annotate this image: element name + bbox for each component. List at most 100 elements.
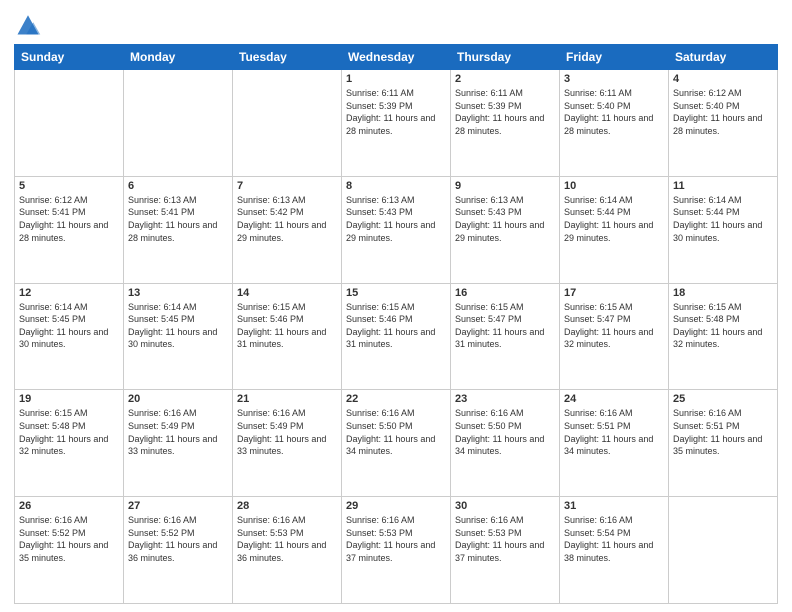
day-detail: Sunrise: 6:14 AMSunset: 5:45 PMDaylight:…: [19, 301, 119, 351]
calendar-cell: 18 Sunrise: 6:15 AMSunset: 5:48 PMDayligh…: [669, 283, 778, 390]
day-number: 29: [346, 500, 446, 512]
day-detail: Sunrise: 6:16 AMSunset: 5:50 PMDaylight:…: [346, 407, 446, 457]
day-number: 1: [346, 73, 446, 85]
day-detail: Sunrise: 6:11 AMSunset: 5:39 PMDaylight:…: [346, 87, 446, 137]
day-number: 30: [455, 500, 555, 512]
day-detail: Sunrise: 6:13 AMSunset: 5:43 PMDaylight:…: [455, 194, 555, 244]
calendar-cell: 20 Sunrise: 6:16 AMSunset: 5:49 PMDayligh…: [124, 390, 233, 497]
calendar-cell: 9 Sunrise: 6:13 AMSunset: 5:43 PMDaylight…: [451, 176, 560, 283]
calendar-cell: 26 Sunrise: 6:16 AMSunset: 5:52 PMDayligh…: [15, 497, 124, 604]
calendar-cell: 15 Sunrise: 6:15 AMSunset: 5:46 PMDayligh…: [342, 283, 451, 390]
day-number: 5: [19, 180, 119, 192]
calendar-cell: [124, 70, 233, 177]
day-number: 26: [19, 500, 119, 512]
day-detail: Sunrise: 6:14 AMSunset: 5:44 PMDaylight:…: [673, 194, 773, 244]
day-number: 3: [564, 73, 664, 85]
day-number: 20: [128, 393, 228, 405]
weekday-header-wednesday: Wednesday: [342, 45, 451, 70]
day-number: 4: [673, 73, 773, 85]
calendar-cell: 4 Sunrise: 6:12 AMSunset: 5:40 PMDaylight…: [669, 70, 778, 177]
weekday-header-sunday: Sunday: [15, 45, 124, 70]
weekday-header-row: SundayMondayTuesdayWednesdayThursdayFrid…: [15, 45, 778, 70]
calendar-cell: 16Sunrise: 6:15 AMSunset: 5:47 PMDayligh…: [451, 283, 560, 390]
day-detail: Sunrise: 6:15 AMSunset: 5:47 PMDaylight:…: [564, 301, 664, 351]
calendar-table: SundayMondayTuesdayWednesdayThursdayFrid…: [14, 44, 778, 604]
day-detail: Sunrise: 6:16 AMSunset: 5:52 PMDaylight:…: [128, 514, 228, 564]
day-detail: Sunrise: 6:16 AMSunset: 5:53 PMDaylight:…: [346, 514, 446, 564]
calendar-cell: 14 Sunrise: 6:15 AMSunset: 5:46 PMDayligh…: [233, 283, 342, 390]
day-number: 16: [455, 287, 555, 299]
day-number: 28: [237, 500, 337, 512]
calendar-cell: 5 Sunrise: 6:12 AMSunset: 5:41 PMDaylight…: [15, 176, 124, 283]
calendar-cell: 24 Sunrise: 6:16 AMSunset: 5:51 PMDayligh…: [560, 390, 669, 497]
calendar-cell: 31 Sunrise: 6:16 AMSunset: 5:54 PMDayligh…: [560, 497, 669, 604]
day-detail: Sunrise: 6:15 AMSunset: 5:46 PMDaylight:…: [237, 301, 337, 351]
day-number: 11: [673, 180, 773, 192]
calendar-cell: 10 Sunrise: 6:14 AMSunset: 5:44 PMDayligh…: [560, 176, 669, 283]
day-detail: Sunrise: 6:16 AMSunset: 5:49 PMDaylight:…: [128, 407, 228, 457]
day-detail: Sunrise: 6:11 AMSunset: 5:40 PMDaylight:…: [564, 87, 664, 137]
day-number: 9: [455, 180, 555, 192]
calendar-cell: 29 Sunrise: 6:16 AMSunset: 5:53 PMDayligh…: [342, 497, 451, 604]
day-detail: Sunrise: 6:16 AMSunset: 5:49 PMDaylight:…: [237, 407, 337, 457]
day-number: 8: [346, 180, 446, 192]
calendar-cell: 6Sunrise: 6:13 AMSunset: 5:41 PMDaylight…: [124, 176, 233, 283]
calendar-cell: 8 Sunrise: 6:13 AMSunset: 5:43 PMDaylight…: [342, 176, 451, 283]
weekday-header-tuesday: Tuesday: [233, 45, 342, 70]
day-detail: Sunrise: 6:13 AMSunset: 5:42 PMDaylight:…: [237, 194, 337, 244]
day-number: 24: [564, 393, 664, 405]
calendar-cell: 13 Sunrise: 6:14 AMSunset: 5:45 PMDayligh…: [124, 283, 233, 390]
day-detail: Sunrise: 6:12 AMSunset: 5:41 PMDaylight:…: [19, 194, 119, 244]
day-number: 19: [19, 393, 119, 405]
day-detail: Sunrise: 6:16 AMSunset: 5:52 PMDaylight:…: [19, 514, 119, 564]
day-number: 15: [346, 287, 446, 299]
logo-icon: [14, 10, 42, 38]
calendar-cell: [15, 70, 124, 177]
calendar-cell: 23Sunrise: 6:16 AMSunset: 5:50 PMDayligh…: [451, 390, 560, 497]
day-detail: Sunrise: 6:15 AMSunset: 5:48 PMDaylight:…: [19, 407, 119, 457]
calendar-cell: 27Sunrise: 6:16 AMSunset: 5:52 PMDayligh…: [124, 497, 233, 604]
day-number: 25: [673, 393, 773, 405]
page: SundayMondayTuesdayWednesdayThursdayFrid…: [0, 0, 792, 612]
day-detail: Sunrise: 6:16 AMSunset: 5:51 PMDaylight:…: [564, 407, 664, 457]
day-number: 6: [128, 180, 228, 192]
week-row-5: 26 Sunrise: 6:16 AMSunset: 5:52 PMDayligh…: [15, 497, 778, 604]
day-number: 7: [237, 180, 337, 192]
calendar-cell: 2Sunrise: 6:11 AMSunset: 5:39 PMDaylight…: [451, 70, 560, 177]
header: [14, 10, 778, 38]
day-number: 31: [564, 500, 664, 512]
week-row-4: 19 Sunrise: 6:15 AMSunset: 5:48 PMDayligh…: [15, 390, 778, 497]
weekday-header-saturday: Saturday: [669, 45, 778, 70]
day-detail: Sunrise: 6:13 AMSunset: 5:43 PMDaylight:…: [346, 194, 446, 244]
day-detail: Sunrise: 6:14 AMSunset: 5:45 PMDaylight:…: [128, 301, 228, 351]
day-number: 13: [128, 287, 228, 299]
day-number: 12: [19, 287, 119, 299]
calendar-cell: 25Sunrise: 6:16 AMSunset: 5:51 PMDayligh…: [669, 390, 778, 497]
calendar-cell: 30 Sunrise: 6:16 AMSunset: 5:53 PMDayligh…: [451, 497, 560, 604]
calendar-cell: 28Sunrise: 6:16 AMSunset: 5:53 PMDayligh…: [233, 497, 342, 604]
calendar-cell: 22Sunrise: 6:16 AMSunset: 5:50 PMDayligh…: [342, 390, 451, 497]
calendar-cell: 12 Sunrise: 6:14 AMSunset: 5:45 PMDayligh…: [15, 283, 124, 390]
calendar-cell: 7 Sunrise: 6:13 AMSunset: 5:42 PMDaylight…: [233, 176, 342, 283]
day-detail: Sunrise: 6:14 AMSunset: 5:44 PMDaylight:…: [564, 194, 664, 244]
week-row-2: 5 Sunrise: 6:12 AMSunset: 5:41 PMDaylight…: [15, 176, 778, 283]
day-detail: Sunrise: 6:15 AMSunset: 5:46 PMDaylight:…: [346, 301, 446, 351]
weekday-header-thursday: Thursday: [451, 45, 560, 70]
calendar-cell: 3 Sunrise: 6:11 AMSunset: 5:40 PMDaylight…: [560, 70, 669, 177]
day-number: 10: [564, 180, 664, 192]
day-number: 14: [237, 287, 337, 299]
day-detail: Sunrise: 6:16 AMSunset: 5:53 PMDaylight:…: [455, 514, 555, 564]
day-number: 18: [673, 287, 773, 299]
calendar-cell: 19 Sunrise: 6:15 AMSunset: 5:48 PMDayligh…: [15, 390, 124, 497]
calendar-cell: 17 Sunrise: 6:15 AMSunset: 5:47 PMDayligh…: [560, 283, 669, 390]
day-number: 17: [564, 287, 664, 299]
day-detail: Sunrise: 6:12 AMSunset: 5:40 PMDaylight:…: [673, 87, 773, 137]
logo: [14, 10, 46, 38]
day-detail: Sunrise: 6:16 AMSunset: 5:54 PMDaylight:…: [564, 514, 664, 564]
day-detail: Sunrise: 6:15 AMSunset: 5:48 PMDaylight:…: [673, 301, 773, 351]
day-number: 21: [237, 393, 337, 405]
day-detail: Sunrise: 6:11 AMSunset: 5:39 PMDaylight:…: [455, 87, 555, 137]
day-detail: Sunrise: 6:16 AMSunset: 5:50 PMDaylight:…: [455, 407, 555, 457]
weekday-header-friday: Friday: [560, 45, 669, 70]
week-row-1: 1 Sunrise: 6:11 AMSunset: 5:39 PMDaylight…: [15, 70, 778, 177]
